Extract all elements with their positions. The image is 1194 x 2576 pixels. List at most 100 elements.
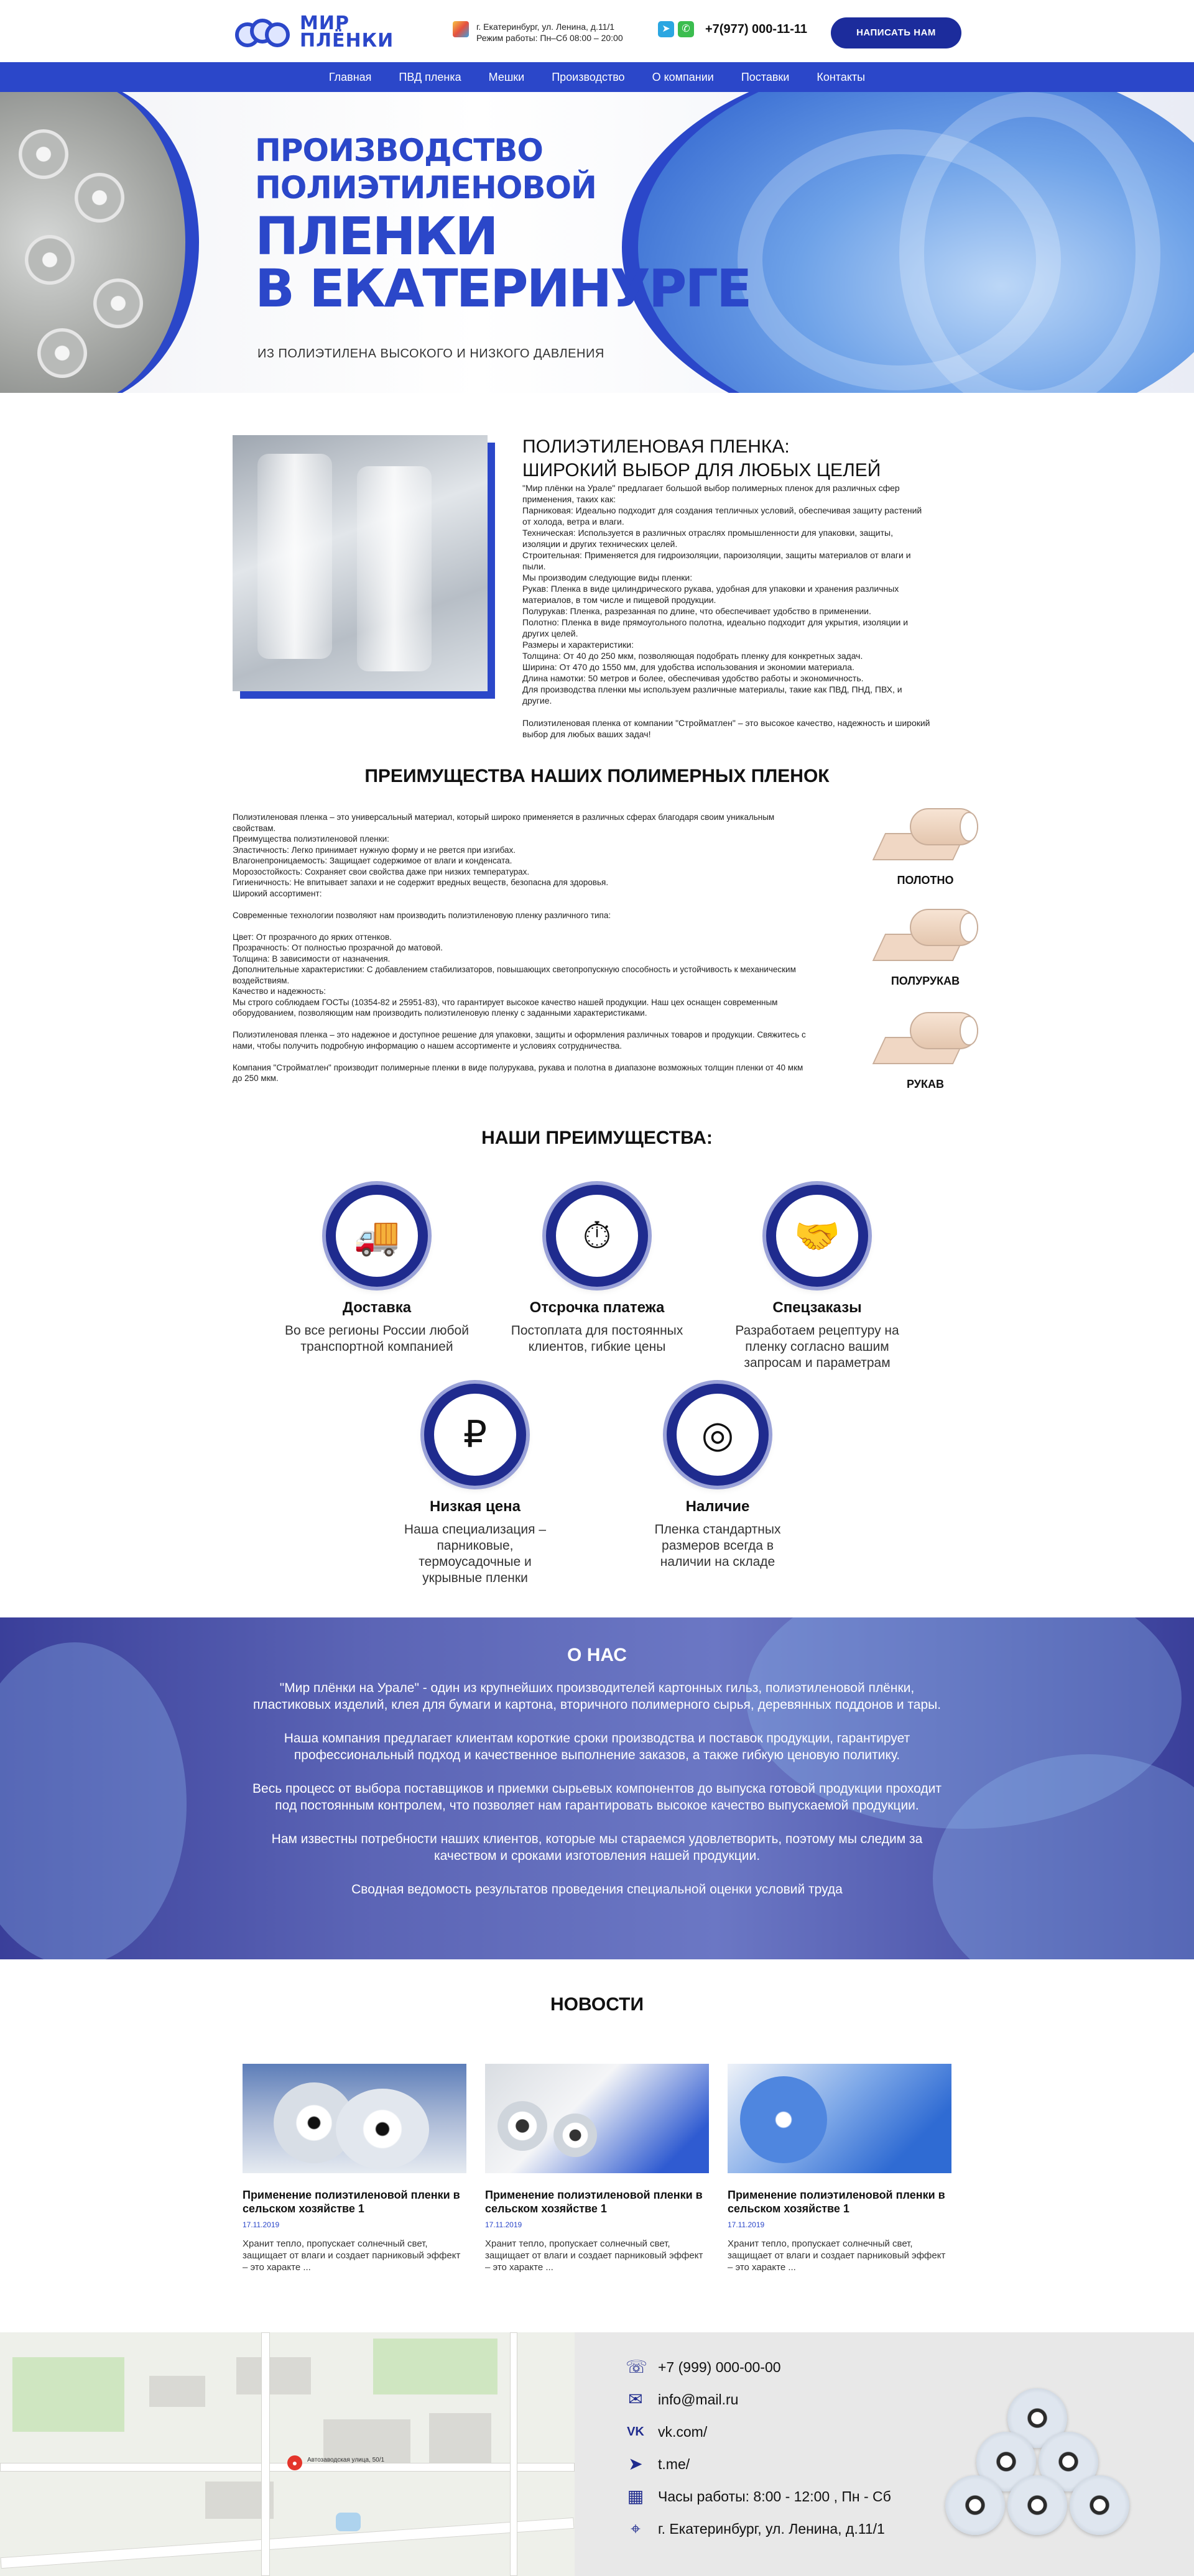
clock-icon: ▦	[627, 2486, 644, 2506]
contact-email[interactable]: ✉ info@mail.ru	[626, 2383, 891, 2416]
feature-desc: Наша специализация – парниковые, термоус…	[404, 1522, 547, 1585]
feature-special-orders: 🤝 Спецзаказы Разработаем рецептуру на пл…	[718, 1185, 917, 1371]
nav-item-pvd[interactable]: ПВД пленка	[385, 62, 474, 92]
map-marker-icon[interactable]: ●	[287, 2455, 302, 2470]
text-line: Влагонепроницаемость: Защищает содержимо…	[233, 856, 512, 865]
text-line: Морозостойкость: Сохраняет свои свойства…	[233, 867, 530, 876]
hero-banner: Производство полиэтиленовой пленки в Ека…	[0, 92, 1194, 393]
type-half-sleeve[interactable]: ПОЛУРУКАВ	[863, 909, 988, 988]
location-map[interactable]: ● Автозаводская улица, 50/1	[0, 2332, 575, 2576]
text-line	[233, 1051, 811, 1062]
write-us-button[interactable]: НАПИСАТЬ НАМ	[831, 17, 961, 48]
text-line: Компания "Стройматлен" производит полиме…	[233, 1062, 803, 1083]
contact-vk[interactable]: VK vk.com/	[626, 2416, 891, 2448]
text-line	[233, 921, 811, 932]
header-phone[interactable]: +7(977) 000-11-11	[705, 22, 807, 37]
type-sleeve[interactable]: РУКАВ	[863, 1012, 988, 1091]
feature-desc: Разработаем рецептуру на пленку согласно…	[735, 1323, 899, 1370]
contact-telegram[interactable]: ➤ t.me/	[626, 2448, 891, 2480]
hours-text: Режим работы: Пн–Сб 08:00 – 20:00	[476, 33, 623, 43]
feature-title: Наличие	[685, 1498, 750, 1515]
hero-title-main: пленки в Екатеринурге	[255, 206, 752, 319]
messengers: ➤ ✆	[658, 21, 694, 37]
map-icon	[453, 21, 469, 37]
address-text: г. Екатеринбург, ул. Ленина, д.11/1	[476, 22, 615, 32]
our-advantages-title: НАШИ ПРЕИМУЩЕСТВА:	[481, 1128, 713, 1148]
main-nav: Главная ПВД пленка Мешки Производство О …	[0, 62, 1194, 92]
vk-icon: VK	[627, 2425, 644, 2439]
text-line: "Мир плёнки на Урале" предлагает большой…	[522, 483, 900, 504]
worker-ruble-icon: ₽	[424, 1384, 526, 1486]
header: МИР ПЛЁНКИ г. Екатеринбург, ул. Ленина, …	[0, 0, 1194, 62]
news-card[interactable]: Применение полиэтиленовой пленки в сельс…	[243, 2064, 466, 2273]
feature-desc: Пленка стандартных размеров всегда в нал…	[654, 1522, 781, 1569]
text-line: Мы производим следующие виды пленки:	[522, 573, 693, 582]
news-card[interactable]: Применение полиэтиленовой пленки в сельс…	[485, 2064, 709, 2273]
text-line: Современные технологии позволяют нам про…	[233, 910, 611, 920]
sheet-roll-icon	[872, 808, 978, 864]
nav-item-supplies[interactable]: Поставки	[728, 62, 803, 92]
text-line	[233, 899, 811, 910]
feature-desc: Во все регионы России любой транспортной…	[285, 1323, 469, 1354]
nav-item-production[interactable]: Производство	[538, 62, 638, 92]
telegram-icon[interactable]: ➤	[658, 21, 674, 37]
nav-item-home[interactable]: Главная	[315, 62, 386, 92]
text-line: Толщина: От 40 до 250 мкм, позволяющая п…	[522, 651, 863, 661]
logo[interactable]: МИР ПЛЁНКИ	[235, 14, 394, 50]
news-card-title[interactable]: Применение полиэтиленовой пленки в сельс…	[485, 2188, 709, 2215]
nav-item-bags[interactable]: Мешки	[475, 62, 539, 92]
hero-rolls-photo	[0, 92, 199, 393]
about-section: О НАС "Мир плёнки на Урале" - один из кр…	[0, 1617, 1194, 1959]
contact-address: ⌖ г. Екатеринбург, ул. Ленина, д.11/1	[626, 2513, 891, 2545]
text-line: Строительная: Применяется для гидроизоля…	[522, 550, 911, 571]
text-line: Полиэтиленовая пленка от компании "Строй…	[522, 718, 930, 739]
location-icon: ⌖	[631, 2519, 641, 2538]
stretch-film-rolls-image	[945, 2388, 1132, 2562]
type-sheet[interactable]: ПОЛОТНО	[863, 808, 988, 887]
text-line: Преимущества полиэтиленовой пленки:	[233, 834, 389, 844]
contact-hours: ▦ Часы работы: 8:00 - 12:00 , Пн - Сб	[626, 2480, 891, 2513]
nav-item-about[interactable]: О компании	[639, 62, 728, 92]
hero-title-top: Производство полиэтиленовой	[255, 132, 597, 206]
contact-phone[interactable]: ☏ +7 (999) 000-00-00	[626, 2351, 891, 2383]
news-card-date: 17.11.2019	[728, 2220, 765, 2229]
news-card-date: 17.11.2019	[243, 2220, 280, 2229]
feature-title: Отсрочка платежа	[529, 1299, 665, 1316]
text-line	[522, 706, 933, 717]
intro-text: "Мир плёнки на Урале" предлагает большой…	[522, 482, 933, 740]
news-card-date: 17.11.2019	[485, 2220, 522, 2229]
text-line: Полурукав: Пленка, разрезанная по длине,…	[522, 606, 871, 616]
news-image	[728, 2064, 951, 2173]
about-text: "Мир плёнки на Урале" - один из крупнейш…	[249, 1680, 945, 1915]
type-label: ПОЛОТНО	[897, 874, 954, 886]
telegram-icon: ➤	[628, 2454, 643, 2473]
text-line: Прозрачность: От полностью прозрачной до…	[233, 943, 443, 952]
feature-low-price: ₽ Низкая цена Наша специализация – парни…	[376, 1384, 575, 1586]
footer: ● Автозаводская улица, 50/1 ☏ +7 (999) 0…	[0, 2332, 1194, 2576]
news-card-title[interactable]: Применение полиэтиленовой пленки в сельс…	[243, 2188, 466, 2215]
hero-subtitle: ИЗ ПОЛИЭТИЛЕНА ВЫСОКОГО И НИЗКОГО ДАВЛЕН…	[257, 347, 604, 361]
feature-delivery: 🚚 Доставка Во все регионы России любой т…	[277, 1185, 476, 1355]
feature-title: Доставка	[342, 1299, 412, 1316]
delivery-icon: 🚚	[326, 1185, 428, 1287]
text-line: Полиэтиленовая пленка – это универсальны…	[233, 812, 775, 833]
sout-link[interactable]: Сводная ведомость результатов проведения…	[249, 1881, 945, 1898]
nav-item-contacts[interactable]: Контакты	[803, 62, 879, 92]
text-line: Эластичность: Легко принимает нужную фор…	[233, 845, 516, 855]
logo-rolls-icon	[235, 16, 292, 48]
text-line: Цвет: От прозрачного до ярких оттенков.	[233, 932, 392, 942]
text-line: Ширина: От 470 до 1550 мм, для удобства …	[522, 662, 854, 672]
news-card-text: Хранит тепло, пропускает солнечный свет,…	[485, 2238, 703, 2273]
type-label: РУКАВ	[907, 1078, 944, 1090]
map-label: Автозаводская улица, 50/1	[307, 2457, 385, 2463]
feature-deferred-payment: ⏱ Отсрочка платежа Постоплата для постоя…	[497, 1185, 696, 1355]
email-icon: ✉	[628, 2390, 643, 2409]
rolls-icon: ◎	[667, 1384, 769, 1486]
news-card[interactable]: Применение полиэтиленовой пленки в сельс…	[728, 2064, 951, 2273]
text-line: Техническая: Используется в различных от…	[522, 528, 893, 549]
news-card-title[interactable]: Применение полиэтиленовой пленки в сельс…	[728, 2188, 951, 2215]
feature-title: Низкая цена	[430, 1498, 521, 1515]
intro-title: ПОЛИЭТИЛЕНОВАЯ ПЛЕНКА: ШИРОКИЙ ВЫБОР ДЛЯ…	[522, 436, 881, 481]
text-line: Дополнительные характеристики: С добавле…	[233, 965, 796, 985]
whatsapp-icon[interactable]: ✆	[678, 21, 694, 37]
